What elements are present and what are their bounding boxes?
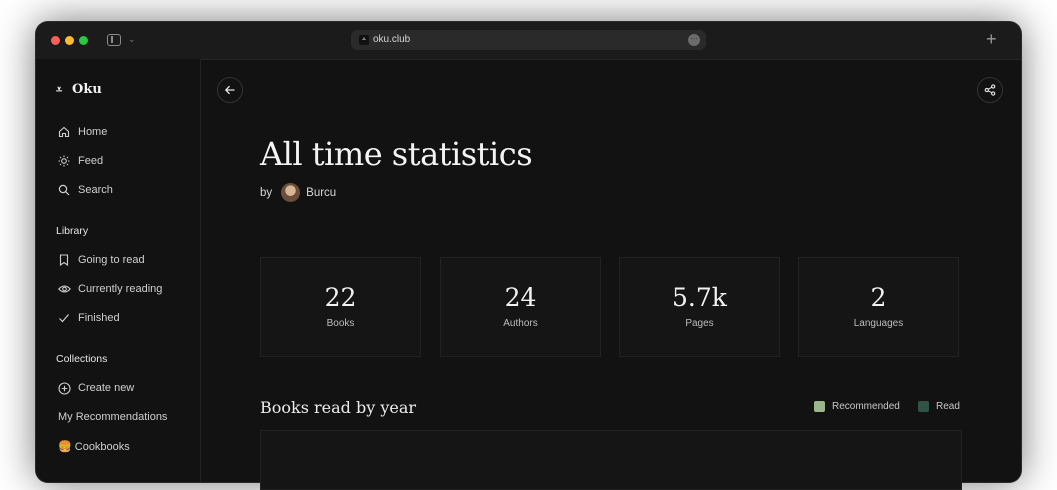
logo-text: Oku — [72, 82, 102, 97]
address-bar[interactable]: ⩡ oku.club ··· — [351, 30, 706, 50]
sidebar-toggle-icon[interactable] — [107, 34, 121, 46]
collections-section-label: Collections — [56, 353, 108, 365]
sun-icon — [56, 155, 72, 167]
sidebar-item-label: Finished — [78, 312, 120, 324]
sidebar-item-label: Create new — [78, 382, 135, 394]
stat-label: Pages — [685, 318, 714, 329]
chevron-down-icon[interactable]: ⌄ — [128, 34, 136, 45]
check-icon — [56, 312, 72, 324]
browser-window: ⌄ ⩡ oku.club ··· + ⩡ Oku Home Feed Searc… — [36, 22, 1021, 482]
stat-card-languages: 2 Languages — [798, 257, 959, 357]
back-button[interactable] — [217, 77, 243, 103]
stat-value: 24 — [504, 283, 537, 312]
by-label: by — [260, 186, 273, 199]
stat-card-pages: 5.7k Pages — [619, 257, 780, 357]
share-icon — [984, 84, 996, 96]
share-button[interactable] — [977, 77, 1003, 103]
url-text[interactable]: oku.club — [373, 34, 410, 45]
legend-label: Recommended — [832, 401, 900, 412]
site-favicon-icon: ⩡ — [359, 35, 369, 45]
sidebar-item-cookbooks[interactable]: 🍔 Cookbooks — [58, 437, 130, 455]
legend-swatch — [814, 401, 825, 412]
sidebar: ⩡Oku Home Feed Search Library Going to — [36, 59, 201, 482]
sidebar-item-label: 🍔 Cookbooks — [58, 440, 130, 453]
stat-value: 2 — [870, 283, 887, 312]
byline: by Burcu — [260, 183, 336, 202]
new-tab-button[interactable]: + — [986, 29, 997, 49]
sidebar-item-label: Search — [78, 184, 113, 196]
sidebar-item-search[interactable]: Search — [56, 181, 113, 199]
sidebar-item-label: Home — [78, 126, 108, 138]
sidebar-item-feed[interactable]: Feed — [56, 152, 103, 170]
minimize-window-button[interactable] — [65, 36, 74, 45]
sidebar-item-finished[interactable]: Finished — [56, 309, 120, 327]
stat-label: Books — [326, 318, 355, 329]
legend-recommended: Recommended — [814, 401, 900, 412]
stat-label: Languages — [853, 318, 904, 329]
sidebar-item-label: Feed — [78, 155, 104, 167]
arrow-left-icon — [224, 85, 235, 95]
browser-titlebar: ⌄ ⩡ oku.club ··· + — [36, 22, 1021, 60]
library-section-label: Library — [56, 225, 89, 237]
legend-read: Read — [918, 401, 960, 412]
legend-swatch — [918, 401, 929, 412]
sidebar-item-label: My Recommendations — [58, 411, 168, 423]
books-by-year-chart — [260, 430, 962, 490]
stat-value: 5.7k — [672, 283, 727, 312]
search-icon — [56, 184, 72, 196]
stat-label: Authors — [503, 318, 538, 329]
home-icon — [56, 126, 72, 138]
page-title: All time statistics — [260, 135, 533, 173]
bookmark-icon — [56, 254, 72, 266]
sidebar-item-my-recommendations[interactable]: My Recommendations — [58, 408, 167, 426]
create-collection-button[interactable]: Create new — [56, 379, 134, 397]
chart-title: Books read by year — [260, 398, 417, 417]
author-name[interactable]: Burcu — [306, 187, 336, 199]
plus-circle-icon — [56, 381, 72, 395]
more-options-icon[interactable]: ··· — [688, 34, 700, 46]
legend-label: Read — [936, 401, 960, 412]
close-window-button[interactable] — [51, 36, 60, 45]
stat-value: 22 — [324, 283, 357, 312]
sidebar-item-currently-reading[interactable]: Currently reading — [56, 280, 162, 298]
eye-icon — [56, 283, 72, 295]
sidebar-item-label: Going to read — [78, 254, 145, 266]
oku-logo-icon: ⩡ — [56, 83, 63, 96]
stat-card-authors: 24 Authors — [440, 257, 601, 357]
stat-card-books: 22 Books — [260, 257, 421, 357]
sidebar-item-home[interactable]: Home — [56, 123, 107, 141]
oku-logo[interactable]: ⩡ Oku — [56, 82, 102, 97]
sidebar-item-going-to-read[interactable]: Going to read — [56, 251, 145, 269]
zoom-window-button[interactable] — [79, 36, 88, 45]
avatar[interactable] — [281, 183, 301, 202]
sidebar-item-label: Currently reading — [78, 283, 163, 295]
